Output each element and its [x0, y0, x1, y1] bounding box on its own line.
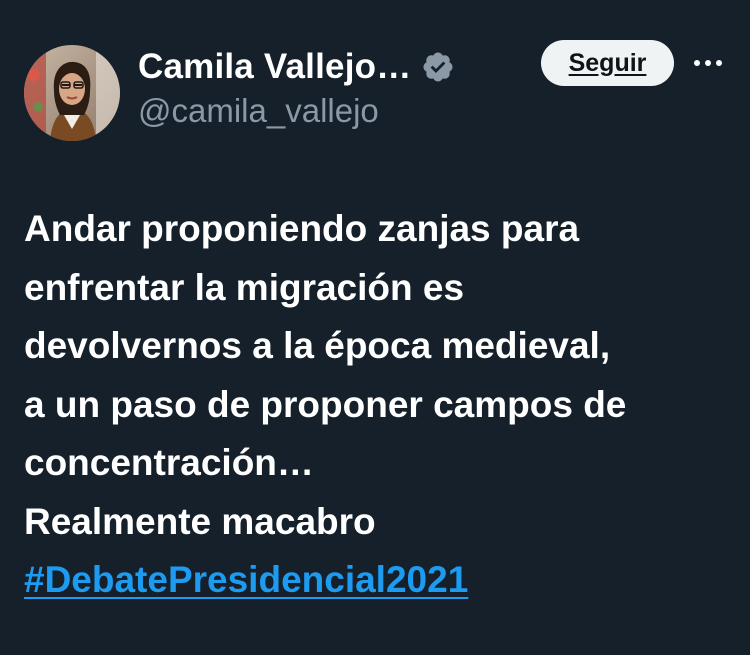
tweet-text-line: concentración… [24, 442, 314, 483]
avatar[interactable] [24, 45, 120, 141]
author-handle[interactable]: @camila_vallejo [138, 92, 379, 130]
tweet-text-line: enfrentar la migración es [24, 266, 465, 308]
author-display-name[interactable]: Camila Vallejo… [138, 47, 411, 87]
tweet-text-line: Andar proponiendo zanjas para [24, 208, 580, 249]
tweet-text-line: a un paso de proponer campos de [24, 383, 627, 425]
hashtag-link[interactable]: #DebatePresidencial2021 [24, 559, 468, 600]
verified-badge-icon [421, 50, 455, 84]
tweet-text-line: devolvernos a la época medieval, [24, 325, 611, 366]
tweet-text-line: Realmente macabro [24, 500, 376, 542]
tweet-card: Camila Vallejo… @camila_vallejo Seguir A… [0, 0, 750, 655]
tweet-text: Andar proponiendo zanjas para enfrentar … [24, 200, 734, 610]
follow-button[interactable]: Seguir [541, 40, 674, 86]
more-options-icon[interactable] [690, 46, 726, 80]
author-name-row: Camila Vallejo… [138, 44, 455, 90]
avatar-image [24, 45, 120, 141]
